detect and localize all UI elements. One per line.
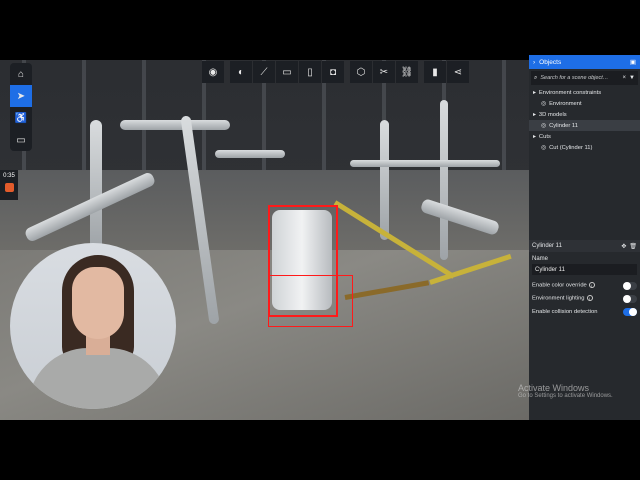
object-icon: ◎ [541, 122, 547, 129]
top-toolbar: ◉ ◐ ⟋ ▭ ▯ ◘ ⬡ ✂ ⛓ ▮ ⋖ [202, 61, 469, 83]
toggle-label-text: Enable collision detection [532, 308, 598, 315]
tree-item-label: Cuts [538, 133, 551, 140]
delete-icon[interactable]: 🗑 [629, 243, 637, 250]
tree-item[interactable]: ◎ Environment [529, 98, 640, 109]
contrast-icon[interactable]: ◐ [230, 61, 252, 83]
recording-widget: 0:35 [0, 170, 18, 200]
properties-header: Cylinder 11 ✥ 🗑 [529, 240, 640, 252]
pipe [419, 197, 501, 237]
panel-expand-icon[interactable]: › [533, 59, 535, 66]
windows-activation-watermark: Activate Windows Go to Settings to activ… [518, 383, 613, 399]
clear-search-icon[interactable]: × [623, 75, 627, 81]
info-icon[interactable]: i [588, 282, 595, 289]
measure-icon[interactable]: ⟋ [253, 61, 275, 83]
toggle-switch[interactable] [623, 294, 637, 303]
presenter-face [72, 267, 124, 339]
eye-icon[interactable]: ◉ [202, 61, 224, 83]
tree-item[interactable]: ◎ Cut (Cylinder 11) [529, 142, 640, 153]
toggle-label-text: Environment lighting [532, 295, 585, 302]
pipe [380, 120, 389, 240]
search-field[interactable]: ⌕ Search for a scene object… × ▼ [531, 71, 638, 85]
toggle-row: Environment lighting i [529, 292, 640, 305]
tree-item-label: 3D models [538, 111, 567, 118]
search-icon: ⌕ [534, 74, 538, 81]
vr-icon[interactable]: ▭ [10, 129, 32, 151]
pipe [120, 120, 230, 130]
toolbar-separator [345, 61, 349, 83]
folder-icon: ▸ [533, 89, 536, 96]
walk-icon[interactable]: ♿ [10, 107, 32, 129]
bookmark-icon[interactable]: ▮ [424, 61, 446, 83]
selection-outline [268, 275, 353, 327]
panel-header: › Objects ▣ [529, 55, 640, 69]
filter-icon[interactable]: ▼ [629, 75, 635, 81]
toolbar-separator [419, 61, 423, 83]
pipe [90, 120, 102, 250]
toggle-knob [629, 307, 637, 316]
watermark-title: Activate Windows [518, 383, 590, 393]
panel-folder-icon[interactable]: ▣ [630, 58, 636, 66]
left-toolbar: ⌂ ➤ ♿ ▭ [10, 63, 32, 151]
toolbar-separator [225, 61, 229, 83]
tree-item[interactable]: ▸ 3D models [529, 109, 640, 120]
tree-item-label: Environment constraints [538, 89, 602, 96]
tree-item-label: Cylinder 11 [549, 122, 578, 129]
presenter-shoulders [28, 348, 168, 409]
object-icon: ◎ [541, 144, 547, 151]
pipe [440, 100, 448, 260]
toggle-row: Enable collision detection [529, 305, 640, 318]
navigate-icon[interactable]: ➤ [10, 85, 32, 107]
toggle-row: Enable color override i [529, 279, 640, 292]
link-icon[interactable]: ⛓ [396, 61, 418, 83]
toggle-label-text: Enable color override [532, 282, 587, 289]
document-icon[interactable]: ▯ [299, 61, 321, 83]
toggle-label: Environment lighting i [532, 295, 623, 302]
tree-item[interactable]: ▸ Cuts [529, 131, 640, 142]
webcam-overlay [10, 243, 176, 409]
stop-recording-button[interactable] [4, 183, 14, 192]
toggle-list: Enable color override i Environment lighti… [529, 279, 640, 318]
toggle-knob [623, 281, 631, 290]
properties-title: Cylinder 11 [532, 243, 562, 249]
properties-section: Cylinder 11 ✥ 🗑 Name Cylinder 11 Enable … [529, 240, 640, 318]
toggle-label: Enable color override i [532, 282, 623, 289]
pipe [350, 160, 500, 167]
folder-icon: ▸ [533, 111, 536, 118]
toggle-knob [623, 294, 631, 303]
toggle-label: Enable collision detection [532, 309, 623, 315]
object-icon: ◎ [541, 100, 547, 107]
name-field[interactable]: Cylinder 11 [532, 264, 637, 275]
pipe [215, 150, 285, 158]
cube-icon[interactable]: ⬡ [350, 61, 372, 83]
tree-item-label: Environment [549, 100, 582, 107]
tree-item[interactable]: ◎ Cylinder 11 [529, 120, 640, 131]
info-icon[interactable]: i [586, 295, 593, 302]
toggle-switch[interactable] [623, 307, 637, 316]
search-input[interactable]: Search for a scene object… [540, 75, 619, 81]
panel-title: Objects [539, 58, 562, 66]
folder-icon: ▸ [533, 133, 536, 140]
tree-item[interactable]: ▸ Environment constraints [529, 87, 640, 98]
object-tree: ▸ Environment constraints ◎ Environment ▸ 3D … [529, 87, 640, 153]
share-icon[interactable]: ⋖ [447, 61, 469, 83]
watermark-subtitle: Go to Settings to activate Windows. [518, 393, 613, 399]
comment-icon[interactable]: ▭ [276, 61, 298, 83]
objects-panel: › Objects ▣ ⌕ Search for a scene object…… [529, 55, 640, 420]
tree-item-label: Cut (Cylinder 11) [549, 144, 593, 151]
move-icon[interactable]: ✥ [621, 243, 626, 250]
name-label: Name [532, 256, 549, 262]
toggle-switch[interactable] [623, 281, 637, 290]
home-icon[interactable]: ⌂ [10, 63, 32, 85]
camera-icon[interactable]: ◘ [322, 61, 344, 83]
recording-time: 0:35 [3, 173, 15, 179]
scissors-icon[interactable]: ✂ [373, 61, 395, 83]
